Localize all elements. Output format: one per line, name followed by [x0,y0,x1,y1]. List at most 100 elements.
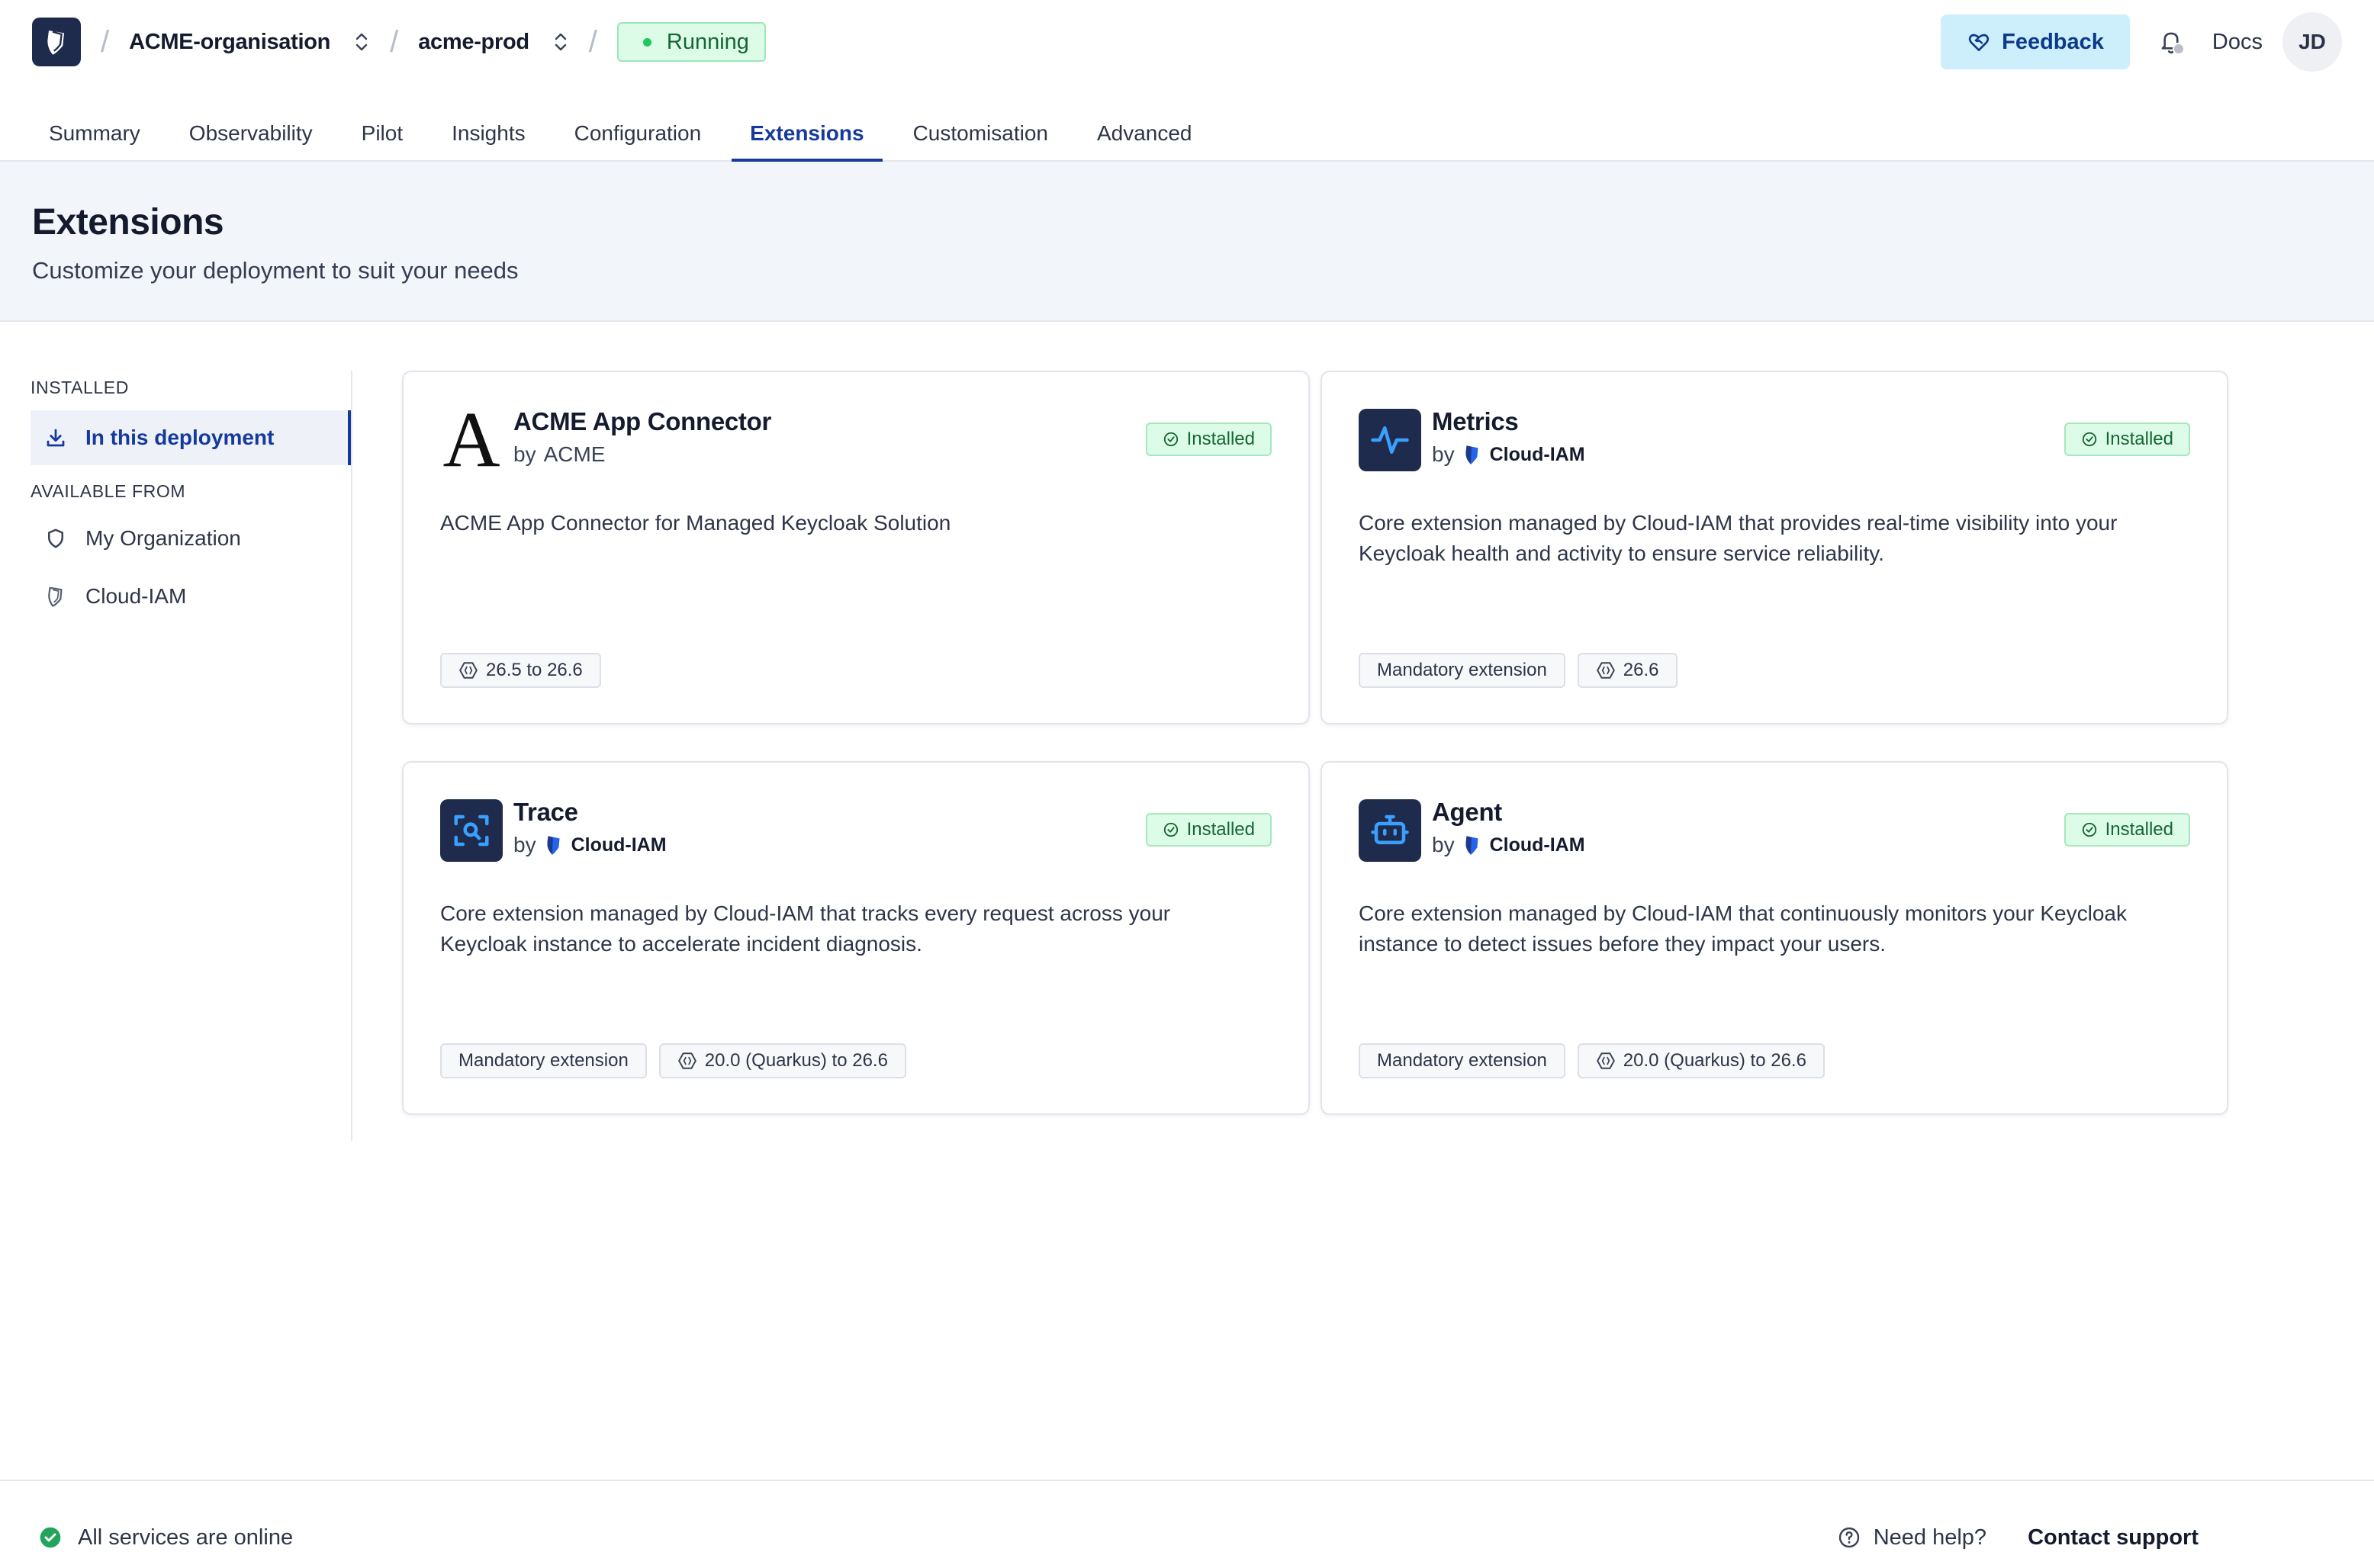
extension-title: Agent [1432,798,1502,826]
extension-title: ACME App Connector [513,407,772,435]
sidebar-item-cloud-iam[interactable]: Cloud-IAM [31,569,351,624]
keycloak-icon [1596,1051,1616,1071]
user-avatar[interactable]: JD [2282,12,2342,72]
extension-tags: Mandatory extension 20.0 (Quarkus) to 26… [440,1043,906,1078]
extensions-sidebar: INSTALLED In this deployment AVAILABLE F… [0,371,352,1141]
installed-badge-label: Installed [1186,429,1255,449]
chevron-up-down-icon [353,31,370,53]
extension-publisher: by Cloud-IAM [513,833,667,857]
deployment-status-badge: Running [616,22,766,62]
sidebar-item-my-organization[interactable]: My Organization [31,511,351,566]
check-circle-icon [1163,821,1179,838]
tab-pilot[interactable]: Pilot [343,107,421,160]
extension-description: Core extension managed by Cloud-IAM that… [440,901,1171,956]
cloud-iam-logo-icon[interactable] [32,18,81,66]
breadcrumb-separator: / [390,24,399,59]
page-title: Extensions [32,202,224,243]
keycloak-icon [1596,660,1616,680]
feedback-label: Feedback [2002,29,2104,54]
check-circle-filled-icon [38,1525,63,1550]
heart-handshake-icon [1967,30,1991,54]
notification-indicator [2172,43,2185,55]
tab-customisation[interactable]: Customisation [895,107,1066,160]
deployment-tabs: Summary Observability Pilot Insights Con… [0,107,2374,162]
breadcrumb-separator: / [101,24,110,59]
sidebar-heading-installed: INSTALLED [31,377,129,397]
cloud-iam-logo-icon [544,834,564,856]
chevron-up-down-icon [552,31,569,53]
publisher-name: ACME [543,442,606,466]
extension-publisher: by Cloud-IAM [1432,833,1585,857]
tab-observability[interactable]: Observability [171,107,331,160]
footer-links: Need help? Contact support [1837,1525,2199,1550]
tab-advanced[interactable]: Advanced [1079,107,1211,160]
sidebar-item-label: My Organization [85,526,241,550]
organisation-name: ACME-organisation [129,29,331,54]
deployment-status-text: Running [666,29,749,54]
installed-badge: Installed [1145,813,1272,847]
help-link[interactable]: Need help? [1837,1525,1986,1550]
page-subtitle: Customize your deployment to suit your n… [32,257,519,284]
check-circle-icon [2081,431,2098,448]
version-chip: 26.5 to 26.6 [440,653,601,688]
check-circle-icon [1163,431,1179,448]
docs-link[interactable]: Docs [2212,30,2263,55]
extension-description: Core extension managed by Cloud-IAM that… [1359,511,2118,565]
version-chip: 26.6 [1577,653,1678,688]
page-header: Extensions Customize your deployment to … [0,162,2374,322]
feedback-button[interactable]: Feedback [1941,14,2130,69]
version-chip: 20.0 (Quarkus) to 26.6 [658,1043,906,1078]
installed-badge: Installed [2064,813,2190,847]
installed-badge-label: Installed [2105,429,2173,449]
extension-publisher: by ACME [513,442,605,467]
keycloak-icon [677,1051,697,1071]
extension-card-acme-app-connector[interactable]: A ACME App Connector by ACME Installed A… [402,371,1310,725]
extension-description: Core extension managed by Cloud-IAM that… [1359,901,2127,956]
status-dot-icon [642,37,651,47]
scan-search-icon [440,799,503,862]
sidebar-item-in-this-deployment[interactable]: In this deployment [31,410,351,465]
tab-summary[interactable]: Summary [31,107,159,160]
extension-publisher: by Cloud-IAM [1432,442,1585,467]
version-range: 20.0 (Quarkus) to 26.6 [1623,1050,1806,1071]
extension-tags: 26.5 to 26.6 [440,653,601,688]
breadcrumb-separator: / [588,24,597,59]
publisher-name: Cloud-IAM [1489,834,1585,856]
extension-card-metrics[interactable]: Metrics by Cloud-IAM Installed Core exte… [1320,371,2228,725]
installed-badge: Installed [2064,423,2190,456]
extension-tags: Mandatory extension 20.0 (Quarkus) to 26… [1359,1043,1825,1078]
extension-card-trace[interactable]: Trace by Cloud-IAM Installed Core extens… [402,761,1310,1115]
sidebar-item-label: In this deployment [85,426,275,449]
extension-title: Metrics [1432,407,1519,435]
publisher-prefix: by [513,833,536,856]
service-status: All services are online [38,1525,293,1550]
mandatory-chip: Mandatory extension [1359,1043,1565,1078]
tab-insights[interactable]: Insights [433,107,544,160]
organisation-switcher[interactable]: ACME-organisation [129,30,370,55]
tab-extensions[interactable]: Extensions [732,107,883,162]
publisher-name: Cloud-IAM [1489,443,1585,465]
deployment-switcher[interactable]: acme-prod [418,30,569,55]
mandatory-chip: Mandatory extension [440,1043,647,1078]
publisher-prefix: by [1432,442,1455,466]
notifications-button[interactable] [2156,27,2186,57]
installed-badge-label: Installed [1186,819,1255,840]
contact-support-link[interactable]: Contact support [2028,1525,2199,1550]
version-range: 20.0 (Quarkus) to 26.6 [704,1050,888,1071]
bot-icon [1359,799,1421,862]
publisher-name: Cloud-IAM [571,834,667,856]
tab-configuration[interactable]: Configuration [556,107,720,160]
keycloak-icon [458,660,478,680]
version-range: 26.6 [1623,660,1659,680]
activity-pulse-icon [1359,409,1421,471]
version-chip: 20.0 (Quarkus) to 26.6 [1577,1043,1825,1078]
extension-card-agent[interactable]: Agent by Cloud-IAM Installed Core extens… [1320,761,2228,1115]
acme-logo-icon: A [442,396,500,484]
cloud-iam-logo-icon [1462,443,1482,466]
sidebar-item-label: Cloud-IAM [85,584,187,608]
installed-badge-label: Installed [2105,819,2173,840]
check-circle-icon [2081,821,2098,838]
shield-icon [44,527,67,550]
help-circle-icon [1837,1525,1861,1550]
top-bar: / ACME-organisation / acme-prod / Runnin… [0,0,2374,84]
